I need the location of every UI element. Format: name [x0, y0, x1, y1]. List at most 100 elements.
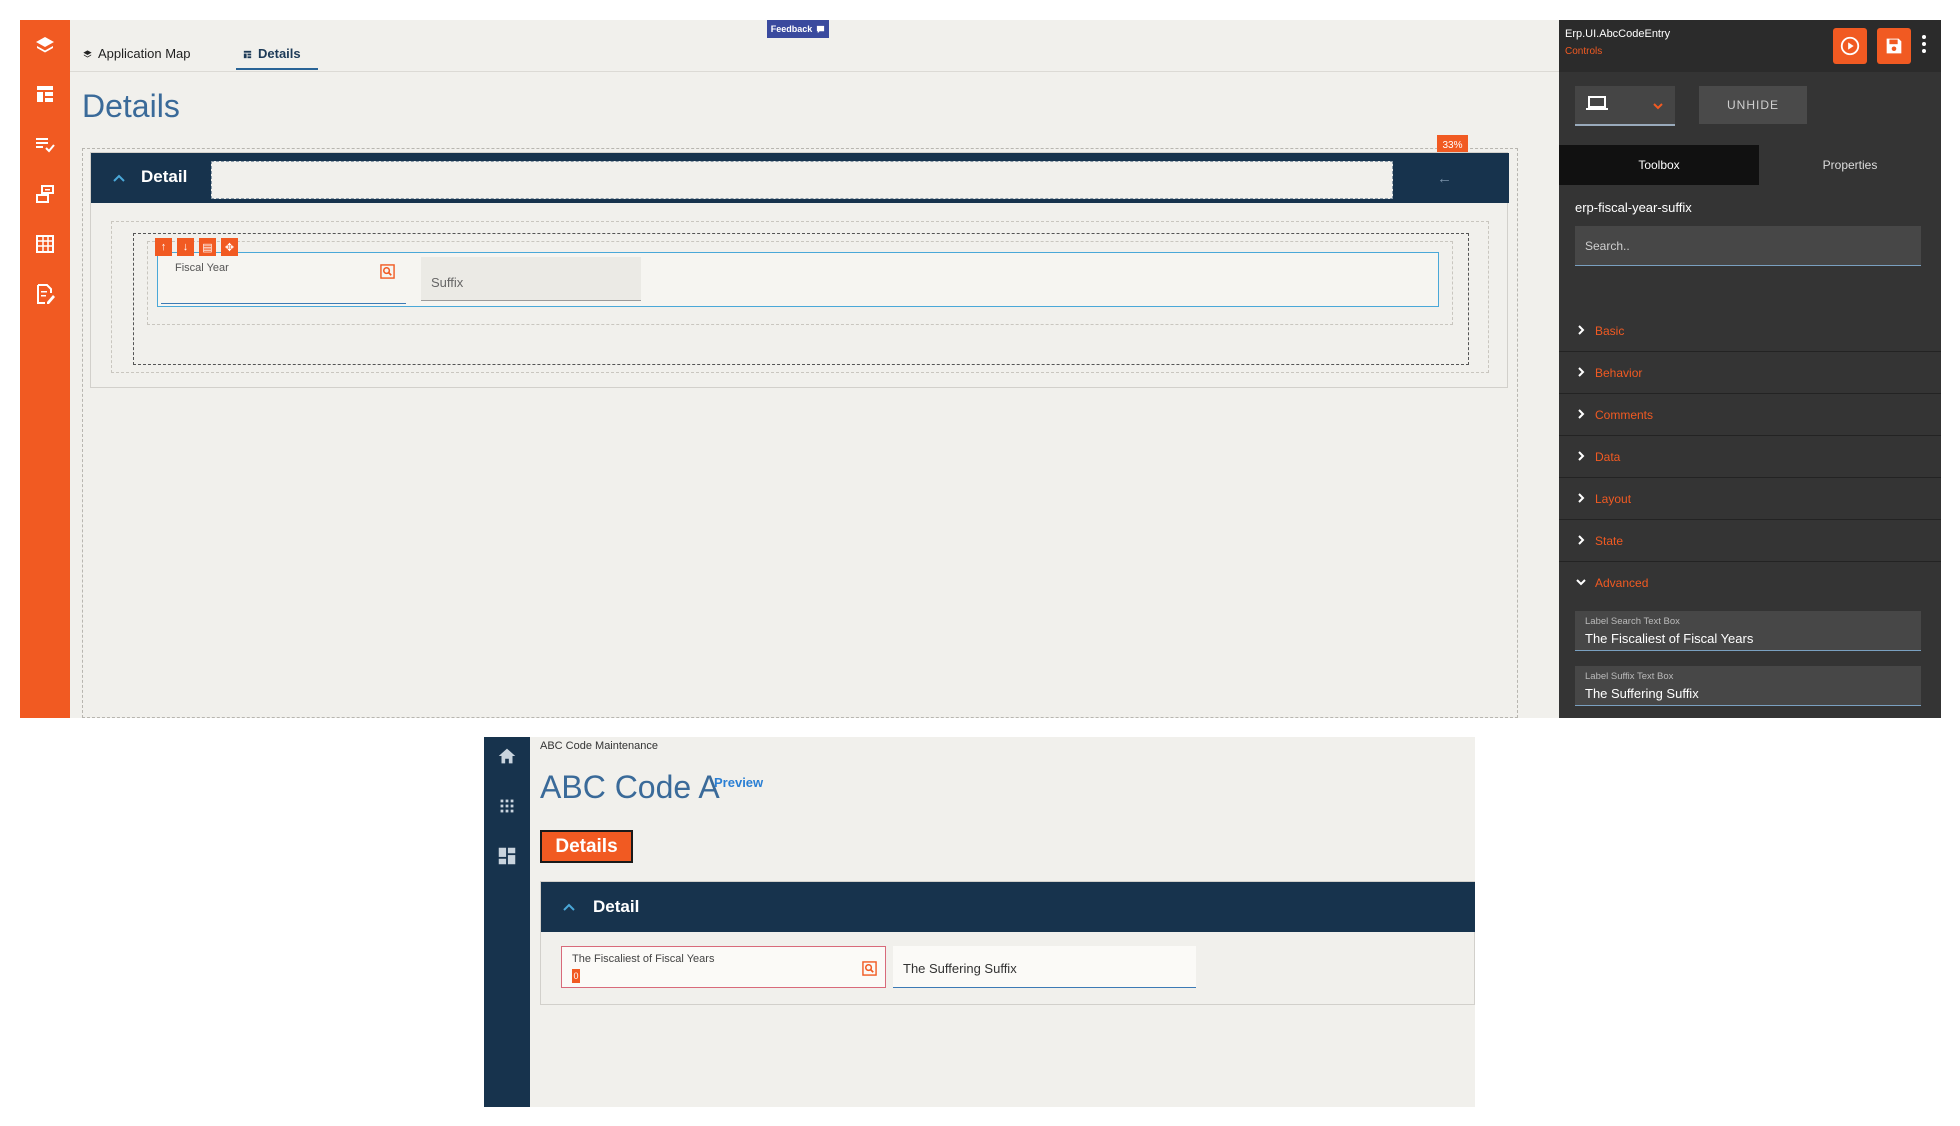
- chevron-right-icon: [1575, 492, 1587, 504]
- forms-icon[interactable]: [33, 182, 57, 206]
- properties-header: Erp.UI.AbcCodeEntry Controls: [1559, 20, 1941, 72]
- tab-properties[interactable]: Properties: [1759, 145, 1941, 185]
- section-comments[interactable]: Comments: [1559, 394, 1941, 436]
- fiscal-year-label: Fiscal Year: [175, 262, 229, 274]
- detail-panel-header[interactable]: Detail: [541, 882, 1475, 932]
- chevron-right-icon: [1575, 450, 1587, 462]
- more-options-icon[interactable]: [1921, 34, 1927, 54]
- edit-doc-icon[interactable]: [33, 282, 57, 306]
- tab-details[interactable]: Details: [236, 46, 318, 70]
- comment-icon: [816, 25, 825, 34]
- chevron-down-icon: [1575, 576, 1587, 588]
- play-icon: [1839, 35, 1861, 57]
- move-down-button[interactable]: ↓: [177, 238, 194, 256]
- detail-header-input[interactable]: [211, 161, 1393, 199]
- chevron-right-icon: [1575, 408, 1587, 420]
- grid-icon[interactable]: [33, 232, 57, 256]
- save-icon: [1883, 35, 1905, 57]
- label-suffix-text-box-field[interactable]: Label Suffix Text Box The Suffering Suff…: [1575, 666, 1921, 706]
- design-canvas: Application Map Details Feedback Details…: [70, 20, 1559, 718]
- left-rail: [20, 20, 70, 718]
- section-behavior[interactable]: Behavior: [1559, 352, 1941, 394]
- detail-panel: Detail ← ↑ ↓ ▤ ✥ Fiscal Year Suffix: [90, 152, 1509, 388]
- preview-rail: [484, 737, 530, 1107]
- device-select[interactable]: [1575, 86, 1675, 126]
- section-label: Behavior: [1595, 366, 1643, 380]
- text-cursor: 0: [572, 969, 580, 983]
- page-title: ABC Code A: [540, 769, 720, 805]
- section-data[interactable]: Data: [1559, 436, 1941, 478]
- drag-handle[interactable]: ✥: [221, 238, 238, 256]
- save-button[interactable]: [1877, 28, 1911, 64]
- fiscal-year-field[interactable]: The Fiscaliest of Fiscal Years 0: [561, 946, 886, 988]
- detail-panel-header[interactable]: Detail ←: [91, 153, 1509, 203]
- chevron-right-icon: [1575, 534, 1587, 546]
- field-value: The Suffering Suffix: [1585, 686, 1699, 701]
- detail-panel: Detail The Fiscaliest of Fiscal Years 0 …: [540, 881, 1475, 1005]
- section-state[interactable]: State: [1559, 520, 1941, 562]
- move-up-button[interactable]: ↑: [155, 238, 172, 256]
- page-title: Details: [82, 88, 180, 124]
- chevron-down-icon: [1653, 103, 1663, 110]
- preview-window: ABC Code Maintenance ABC Code A Preview …: [484, 737, 1475, 1107]
- detail-panel-title: Detail: [141, 167, 188, 186]
- feedback-button[interactable]: Feedback: [767, 20, 829, 38]
- section-layout[interactable]: Layout: [1559, 478, 1941, 520]
- suffix-label: Suffix: [431, 275, 464, 290]
- tab-label: Application Map: [98, 46, 191, 61]
- fiscal-year-label: The Fiscaliest of Fiscal Years: [572, 953, 715, 965]
- section-label: Layout: [1595, 492, 1632, 506]
- component-category: Controls: [1565, 46, 1603, 57]
- chevron-right-icon: [1575, 324, 1587, 336]
- control-toolbar: ↑ ↓ ▤ ✥: [155, 238, 238, 256]
- suffix-field[interactable]: Suffix: [421, 257, 641, 301]
- breadcrumb[interactable]: ABC Code Maintenance: [540, 740, 658, 752]
- layers-icon[interactable]: [33, 34, 57, 58]
- section-label: State: [1595, 534, 1624, 548]
- apps-icon[interactable]: [496, 795, 518, 817]
- unhide-button[interactable]: UNHIDE: [1699, 86, 1807, 124]
- laptop-icon: [1585, 95, 1609, 113]
- designer-window: Application Map Details Feedback Details…: [20, 20, 1941, 718]
- suffix-field[interactable]: The Suffering Suffix: [893, 946, 1196, 988]
- section-label: Comments: [1595, 408, 1654, 422]
- field-value: The Fiscaliest of Fiscal Years: [1585, 631, 1754, 646]
- checklist-icon[interactable]: [33, 132, 57, 156]
- search-icon[interactable]: [380, 264, 395, 279]
- section-advanced[interactable]: Advanced: [1559, 562, 1941, 604]
- suffix-value: The Suffering Suffix: [903, 961, 1017, 976]
- field-label: Label Search Text Box: [1585, 616, 1680, 627]
- details-tab-button[interactable]: Details: [540, 830, 633, 863]
- properties-panel: Erp.UI.AbcCodeEntry Controls UNHIDE Tool…: [1559, 20, 1941, 718]
- component-path: Erp.UI.AbcCodeEntry: [1565, 28, 1671, 40]
- layout-icon[interactable]: [33, 82, 57, 106]
- field-label: Label Suffix Text Box: [1585, 671, 1674, 682]
- chevron-up-icon[interactable]: [561, 899, 577, 915]
- tab-bar: Application Map Details Feedback: [70, 20, 1559, 72]
- section-label: Basic: [1595, 324, 1625, 338]
- layout-icon: [242, 46, 253, 60]
- delete-button[interactable]: ▤: [199, 238, 216, 256]
- run-button[interactable]: [1833, 28, 1867, 64]
- section-label: Advanced: [1595, 576, 1649, 590]
- feedback-label: Feedback: [770, 24, 813, 34]
- tab-application-map[interactable]: Application Map: [82, 46, 191, 70]
- tab-toolbox[interactable]: Toolbox: [1559, 145, 1759, 185]
- selected-component-name: erp-fiscal-year-suffix: [1575, 200, 1692, 215]
- search-icon[interactable]: [862, 961, 877, 976]
- search-input[interactable]: [1575, 226, 1921, 265]
- dashboard-icon[interactable]: [496, 845, 518, 867]
- fiscal-year-field[interactable]: Fiscal Year: [161, 256, 406, 304]
- arrow-left-icon[interactable]: ←: [1437, 170, 1452, 187]
- section-basic[interactable]: Basic: [1559, 310, 1941, 352]
- detail-panel-title: Detail: [593, 897, 640, 916]
- tab-label: Details: [258, 46, 301, 61]
- chevron-up-icon[interactable]: [111, 170, 127, 186]
- section-label: Data: [1595, 450, 1621, 464]
- preview-label: Preview: [714, 775, 764, 790]
- layers-icon: [82, 46, 93, 60]
- chevron-right-icon: [1575, 366, 1587, 378]
- toolbox-search-field[interactable]: [1575, 226, 1921, 266]
- home-icon[interactable]: [496, 745, 518, 767]
- label-search-text-box-field[interactable]: Label Search Text Box The Fiscaliest of …: [1575, 611, 1921, 651]
